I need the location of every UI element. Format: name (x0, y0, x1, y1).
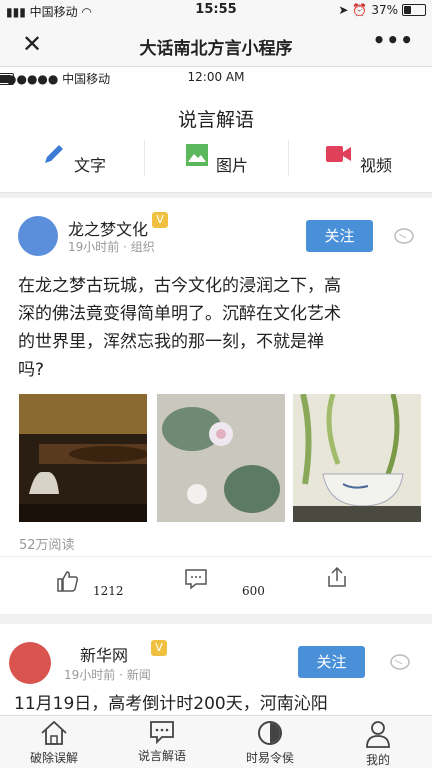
post-meta: 19小时前 · 新闻 (64, 668, 151, 682)
comment-count: 600 (242, 584, 265, 598)
verified-badge: V (152, 212, 168, 228)
post-card: 龙之梦文化 V 19小时前 · 组织 关注 在龙之梦古玩城，古今文化的浸润之下，… (0, 198, 432, 636)
inner-time: 12:00 AM (187, 70, 245, 84)
location-icon: ➤ (338, 3, 349, 17)
tabbar-item-chat[interactable]: 说言解语 (108, 720, 216, 764)
tabbar-label: 时易令侯 (245, 751, 294, 765)
avatar[interactable] (18, 216, 58, 256)
share-button[interactable] (326, 566, 348, 592)
divider (144, 140, 145, 176)
clock-icon (258, 721, 282, 745)
tab-label: 文字 (74, 156, 107, 175)
post-image-bowl[interactable] (293, 394, 421, 522)
status-right: ➤ ⏰ 37% (338, 3, 426, 17)
battery-icon (402, 4, 426, 16)
battery-icon (0, 73, 14, 85)
avatar[interactable] (9, 642, 51, 684)
more-icon[interactable]: ••• (373, 28, 414, 52)
tab-label: 视频 (360, 156, 393, 175)
mini-program-navbar: ✕ 大话南北方言小程序 ••• (0, 22, 432, 67)
dislike-icon[interactable] (394, 228, 414, 248)
section-title: 说言解语 (177, 109, 254, 131)
share-icon (328, 566, 346, 587)
tabbar-label: 说言解语 (137, 749, 186, 763)
tab-label: 图片 (216, 156, 249, 175)
home-icon (41, 720, 67, 745)
inner-status-bar: ●●●●● 中国移动 12:00 AM (0, 67, 432, 89)
author-name[interactable]: 龙之梦文化 (68, 216, 148, 240)
like-button[interactable] (56, 570, 80, 596)
video-icon (326, 146, 351, 162)
tab-image[interactable]: 图片 (186, 144, 249, 176)
tabbar-label: 破除误解 (29, 751, 78, 765)
tabbar-item-time[interactable]: 时易令侯 (216, 720, 324, 766)
pencil-icon (45, 145, 63, 163)
follow-button[interactable]: 关注 (306, 220, 373, 252)
dislike-icon[interactable] (390, 654, 410, 674)
author-name[interactable]: 新华网 (80, 642, 128, 666)
follow-button[interactable]: 关注 (298, 646, 365, 678)
content-header: 说言解语 文字 图片 视频 (0, 89, 432, 193)
tab-text[interactable]: 文字 (42, 145, 107, 176)
bottom-tab-bar: 破除误解 说言解语 时易令侯 我的 (0, 715, 432, 768)
tabbar-item-me[interactable]: 我的 (324, 720, 432, 768)
post-text[interactable]: 11月19日，高考倒计时200天，河南沁阳 (14, 690, 424, 718)
battery-percent: 37% (371, 3, 398, 17)
comment-button[interactable] (184, 568, 208, 594)
user-icon (366, 721, 390, 748)
system-status-bar: ▮▮▮ 中国移动 ◠ 15:55 ➤ ⏰ 37% (0, 0, 432, 22)
divider (288, 140, 289, 176)
page-title: 大话南北方言小程序 (139, 39, 293, 59)
read-count: 52万阅读 (19, 538, 75, 553)
comment-icon (185, 569, 207, 590)
post-card: 新华网 V 19小时前 · 新闻 关注 11月19日，高考倒计时200天，河南沁… (0, 624, 432, 716)
alarm-icon: ⏰ (352, 3, 368, 17)
divider (0, 556, 432, 557)
chat-icon (150, 721, 174, 745)
post-image-lotus[interactable] (157, 394, 285, 522)
like-count: 1212 (93, 584, 124, 598)
post-text[interactable]: 在龙之梦古玩城，古今文化的浸润之下，高深的佛法竟变得简单明了。沉醉在文化艺术的世… (18, 272, 348, 384)
tab-video[interactable]: 视频 (326, 146, 392, 176)
tabbar-label: 我的 (365, 753, 390, 767)
verified-badge: V (151, 640, 167, 656)
tabbar-item-home[interactable]: 破除误解 (0, 720, 108, 766)
post-image-tea[interactable] (19, 394, 147, 522)
thumb-up-icon (57, 571, 79, 592)
post-meta: 19小时前 · 组织 (68, 240, 155, 254)
image-icon (186, 144, 208, 166)
